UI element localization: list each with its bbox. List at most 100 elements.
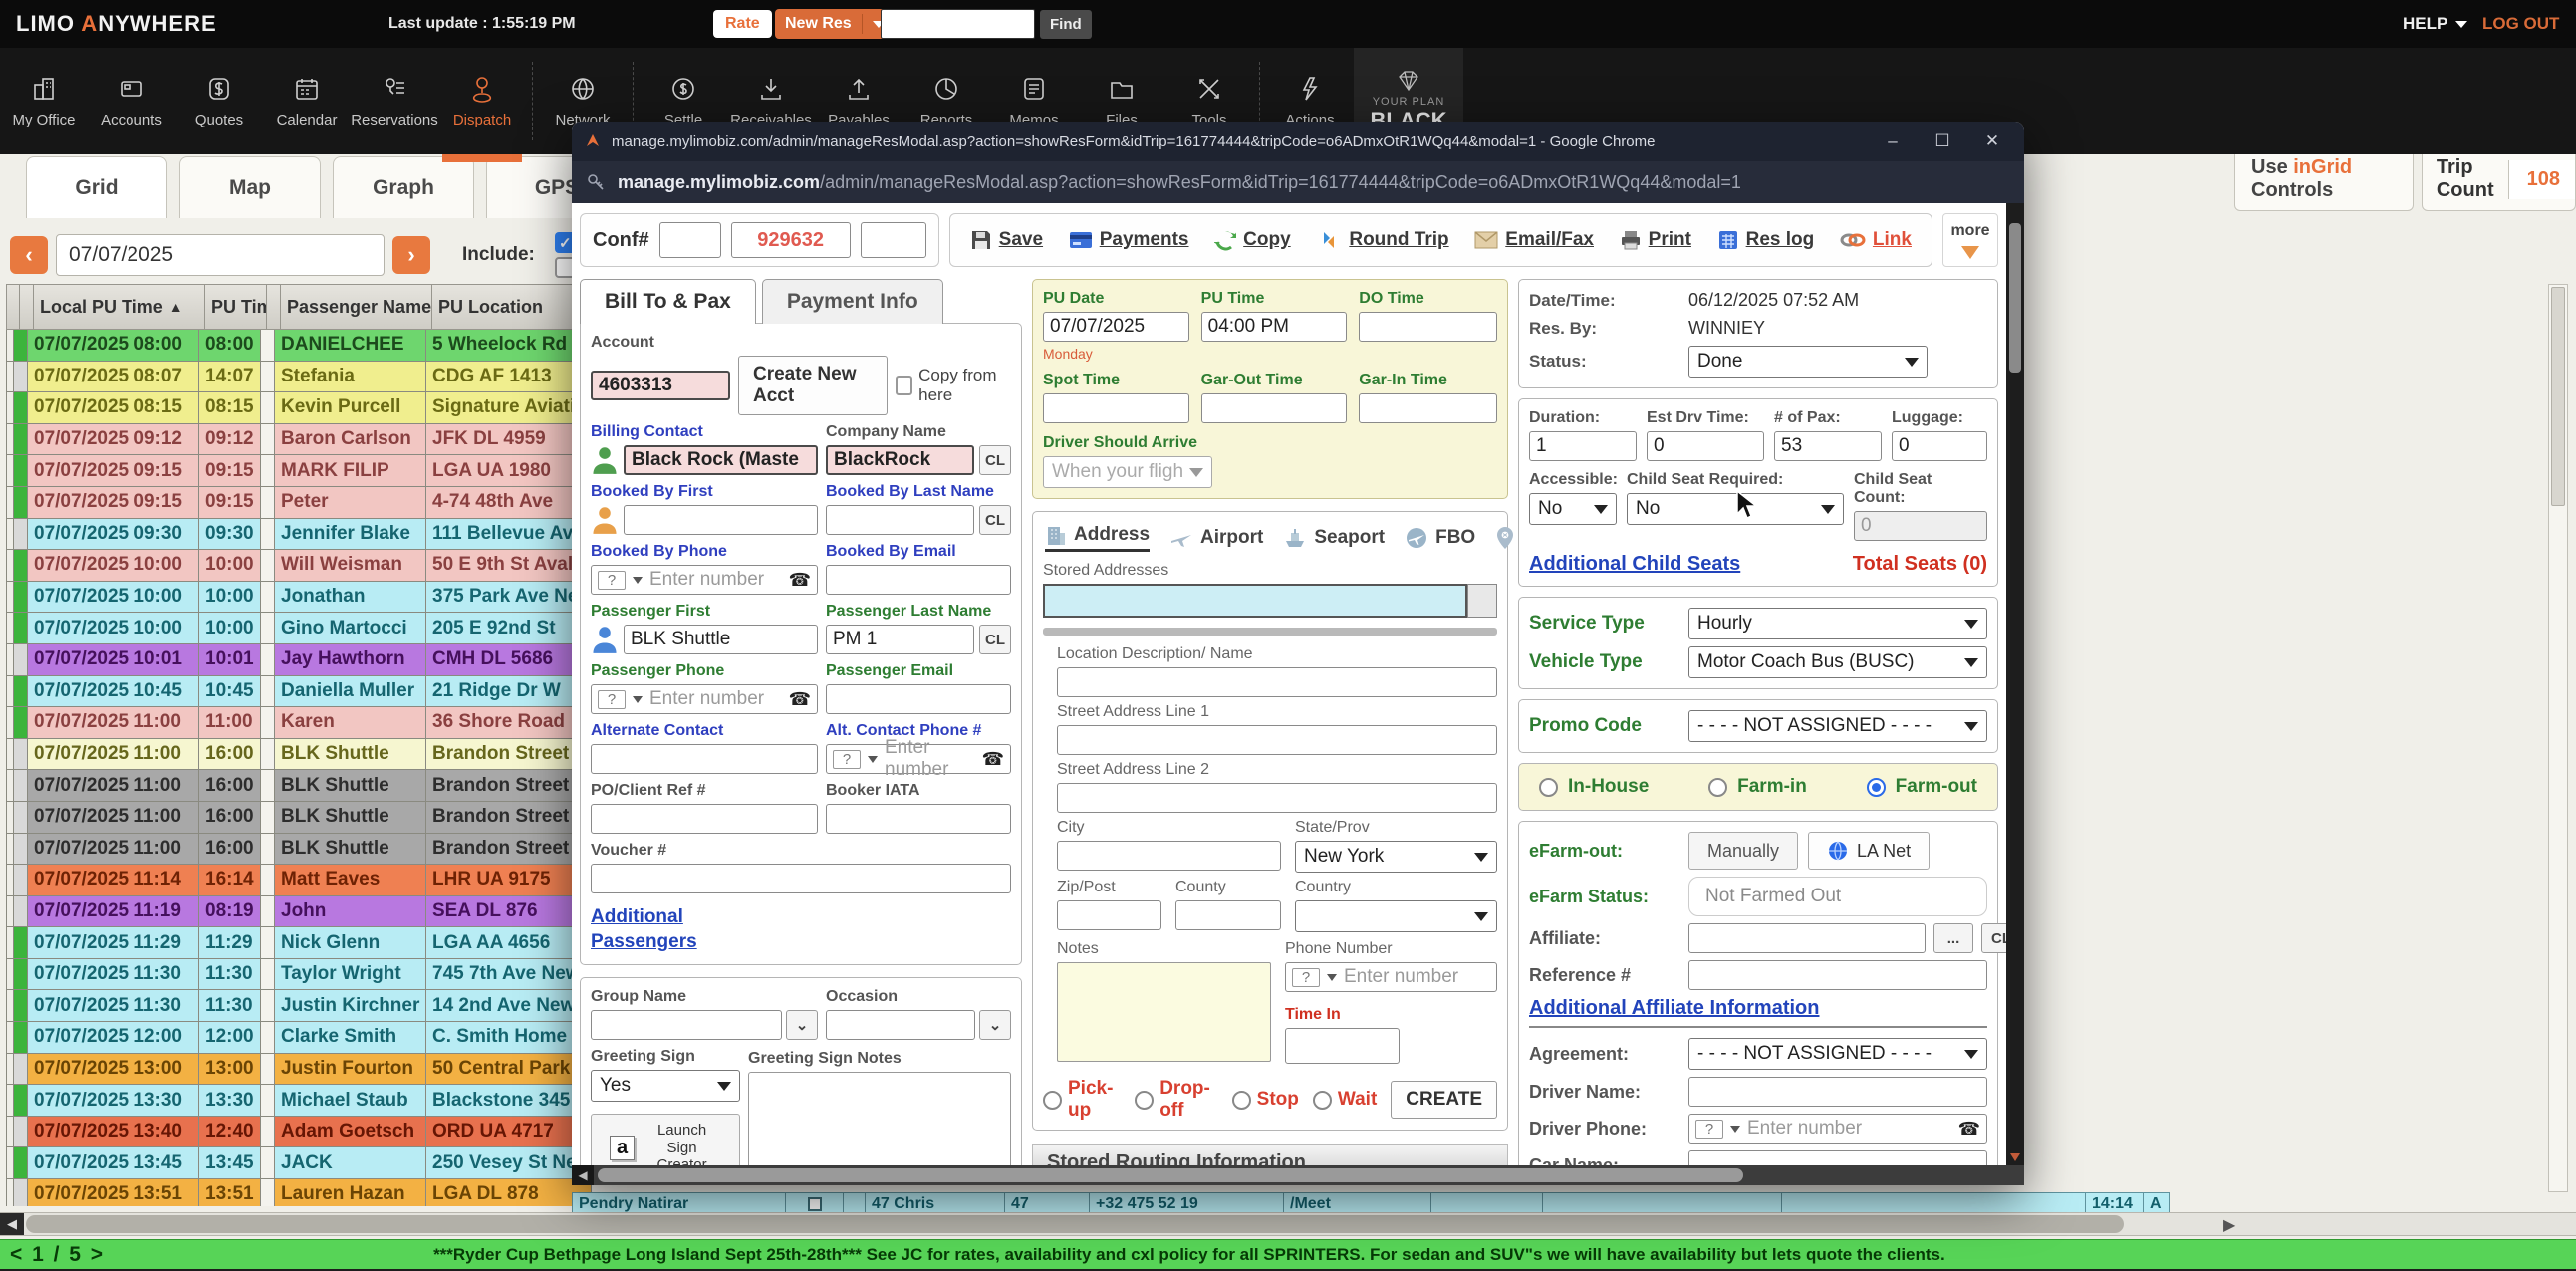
greeting-sign-notes-textarea[interactable] xyxy=(748,1072,1011,1165)
grid-header-cell[interactable] xyxy=(20,284,34,330)
pu-time-input[interactable] xyxy=(1201,312,1348,342)
radio-selected-icon[interactable] xyxy=(1867,778,1886,797)
nav-item-quotes[interactable]: Quotes xyxy=(175,48,263,154)
promo-code-select[interactable]: - - - - NOT ASSIGNED - - - - xyxy=(1688,710,1987,742)
radio-icon[interactable] xyxy=(1232,1091,1251,1110)
view-tab-grid[interactable]: Grid xyxy=(26,156,167,218)
car-name-input[interactable] xyxy=(1688,1150,1987,1165)
next-day-button[interactable]: › xyxy=(392,236,430,274)
group-name-dropdown[interactable]: ⌄ xyxy=(786,1010,818,1040)
conf-number-input[interactable] xyxy=(731,222,851,258)
grid-header-cell[interactable]: PU Time↕ xyxy=(205,284,267,330)
driver-should-arrive-select[interactable]: When your fligh xyxy=(1043,456,1212,488)
booker-iata-input[interactable] xyxy=(826,804,1011,834)
accessible-select[interactable]: No xyxy=(1529,493,1617,525)
gar-out-time-input[interactable] xyxy=(1201,393,1348,423)
time-in-input[interactable] xyxy=(1285,1028,1400,1064)
company-name-input[interactable] xyxy=(826,445,974,475)
grid-header-cell[interactable] xyxy=(267,284,281,330)
conf-suffix-input[interactable] xyxy=(861,222,926,258)
save-button[interactable]: Save xyxy=(970,229,1043,251)
group-name-input[interactable] xyxy=(591,1010,782,1040)
est-drv-time-input[interactable] xyxy=(1647,431,1764,461)
chrome-url-bar[interactable]: manage.mylimobiz.com/admin/manageResModa… xyxy=(572,161,2024,203)
duration-input[interactable] xyxy=(1529,431,1637,461)
grid-vertical-scrollbar[interactable] xyxy=(2548,284,2568,1192)
zip-input[interactable] xyxy=(1057,900,1161,930)
modal-vertical-scrollbar[interactable] xyxy=(2006,203,2024,1165)
modal-horizontal-scrollbar[interactable]: ◀ xyxy=(572,1165,2024,1185)
close-icon[interactable]: ✕ xyxy=(1972,131,2012,151)
launch-sign-creator-button[interactable]: a Launch Sign Creator xyxy=(591,1114,740,1165)
copy-from-here-checkbox[interactable] xyxy=(896,376,912,395)
email-fax-button[interactable]: Email/Fax xyxy=(1474,229,1594,251)
payments-button[interactable]: Payments xyxy=(1069,229,1189,251)
greeting-sign-select[interactable]: Yes xyxy=(591,1070,740,1102)
scroll-right-icon[interactable]: ▶ xyxy=(2223,1215,2235,1235)
scroll-down-icon[interactable] xyxy=(2010,1153,2020,1161)
country-select[interactable] xyxy=(1295,900,1497,932)
use-ingrid-controls-button[interactable]: Use inGrid Controls xyxy=(2234,147,2414,211)
location-name-input[interactable] xyxy=(1057,667,1497,697)
nav-item-accounts[interactable]: Accounts xyxy=(88,48,175,154)
agreement-select[interactable]: - - - - NOT ASSIGNED - - - - xyxy=(1688,1038,1987,1070)
location-tab-address[interactable]: Address xyxy=(1045,524,1150,552)
rate-button[interactable]: Rate xyxy=(713,10,772,38)
logout-button[interactable]: LOG OUT xyxy=(2482,14,2559,34)
booked-by-last-input[interactable] xyxy=(826,505,974,535)
create-stop-button[interactable]: CREATE xyxy=(1391,1081,1497,1119)
stored-addresses-select[interactable] xyxy=(1043,584,1467,618)
site-settings-icon[interactable] xyxy=(586,172,606,192)
scroll-left-icon[interactable]: ◀ xyxy=(0,1213,24,1235)
num-pax-input[interactable] xyxy=(1774,431,1882,461)
radio-icon[interactable] xyxy=(1135,1091,1154,1110)
print-button[interactable]: Print xyxy=(1620,229,1691,251)
new-res-button[interactable]: New Res xyxy=(775,9,895,39)
find-button[interactable]: Find xyxy=(1040,10,1092,39)
alternate-contact-input[interactable] xyxy=(591,744,818,774)
affiliate-clear-button[interactable]: CL xyxy=(1981,923,2006,953)
maximize-icon[interactable]: ☐ xyxy=(1923,131,1962,151)
copy-button[interactable]: Copy xyxy=(1214,229,1291,251)
scrollbar-thumb[interactable] xyxy=(26,1215,2124,1233)
create-new-acct-button[interactable]: Create New Acct xyxy=(738,356,888,415)
alt-contact-phone-input[interactable]: ? Enter number☎ xyxy=(826,744,1011,774)
county-input[interactable] xyxy=(1175,900,1281,930)
additional-passengers-link[interactable]: Additional Passengers xyxy=(591,906,697,952)
reference-input[interactable] xyxy=(1688,960,1987,990)
stop-type-radio-dropoff[interactable]: Drop-off xyxy=(1135,1078,1217,1122)
city-input[interactable] xyxy=(1057,841,1281,871)
passenger-phone-input[interactable]: ? Enter number☎ xyxy=(591,684,818,714)
res-log-button[interactable]: Res log xyxy=(1717,229,1815,251)
tab-payment-info[interactable]: Payment Info xyxy=(762,279,943,324)
booked-by-first-input[interactable] xyxy=(624,505,818,535)
view-tab-map[interactable]: Map xyxy=(179,156,321,218)
quick-search-input[interactable] xyxy=(881,9,1035,39)
booked-by-phone-input[interactable]: ? Enter number☎ xyxy=(591,565,818,595)
radio-icon[interactable] xyxy=(1313,1091,1332,1110)
chrome-title-bar[interactable]: manage.mylimobiz.com/admin/manageResModa… xyxy=(572,122,2024,161)
checkbox-icon[interactable] xyxy=(808,1197,822,1211)
nav-item-calendar[interactable]: Calendar xyxy=(263,48,351,154)
radio-icon[interactable] xyxy=(1539,778,1558,797)
additional-affiliate-link[interactable]: Additional Affiliate Information xyxy=(1529,997,1819,1019)
company-clear-button[interactable]: CL xyxy=(979,445,1011,475)
billing-contact-input[interactable] xyxy=(624,445,818,475)
service-type-select[interactable]: Hourly xyxy=(1688,608,1987,639)
efarm-manually-button[interactable]: Manually xyxy=(1688,832,1798,870)
stop-type-radio-pickup[interactable]: Pick-up xyxy=(1043,1078,1121,1122)
efarm-lanet-button[interactable]: LA Net xyxy=(1808,832,1930,870)
account-input[interactable] xyxy=(591,371,730,400)
notes-textarea[interactable] xyxy=(1057,962,1271,1062)
street1-input[interactable] xyxy=(1057,725,1497,755)
passenger-email-input[interactable] xyxy=(826,684,1011,714)
grid-header-cell[interactable] xyxy=(6,284,20,330)
street2-input[interactable] xyxy=(1057,783,1497,813)
farm-radio-farm-in[interactable]: Farm-in xyxy=(1708,776,1807,798)
radio-icon[interactable] xyxy=(1043,1091,1062,1110)
driver-phone-input[interactable]: ? Enter number☎ xyxy=(1688,1114,1987,1144)
affiliate-input[interactable] xyxy=(1688,923,1926,953)
link-button[interactable]: Link xyxy=(1840,229,1912,251)
view-tab-graph[interactable]: Graph xyxy=(333,156,474,218)
grid-pagination[interactable]: < 1 / 5 > xyxy=(10,1243,105,1267)
